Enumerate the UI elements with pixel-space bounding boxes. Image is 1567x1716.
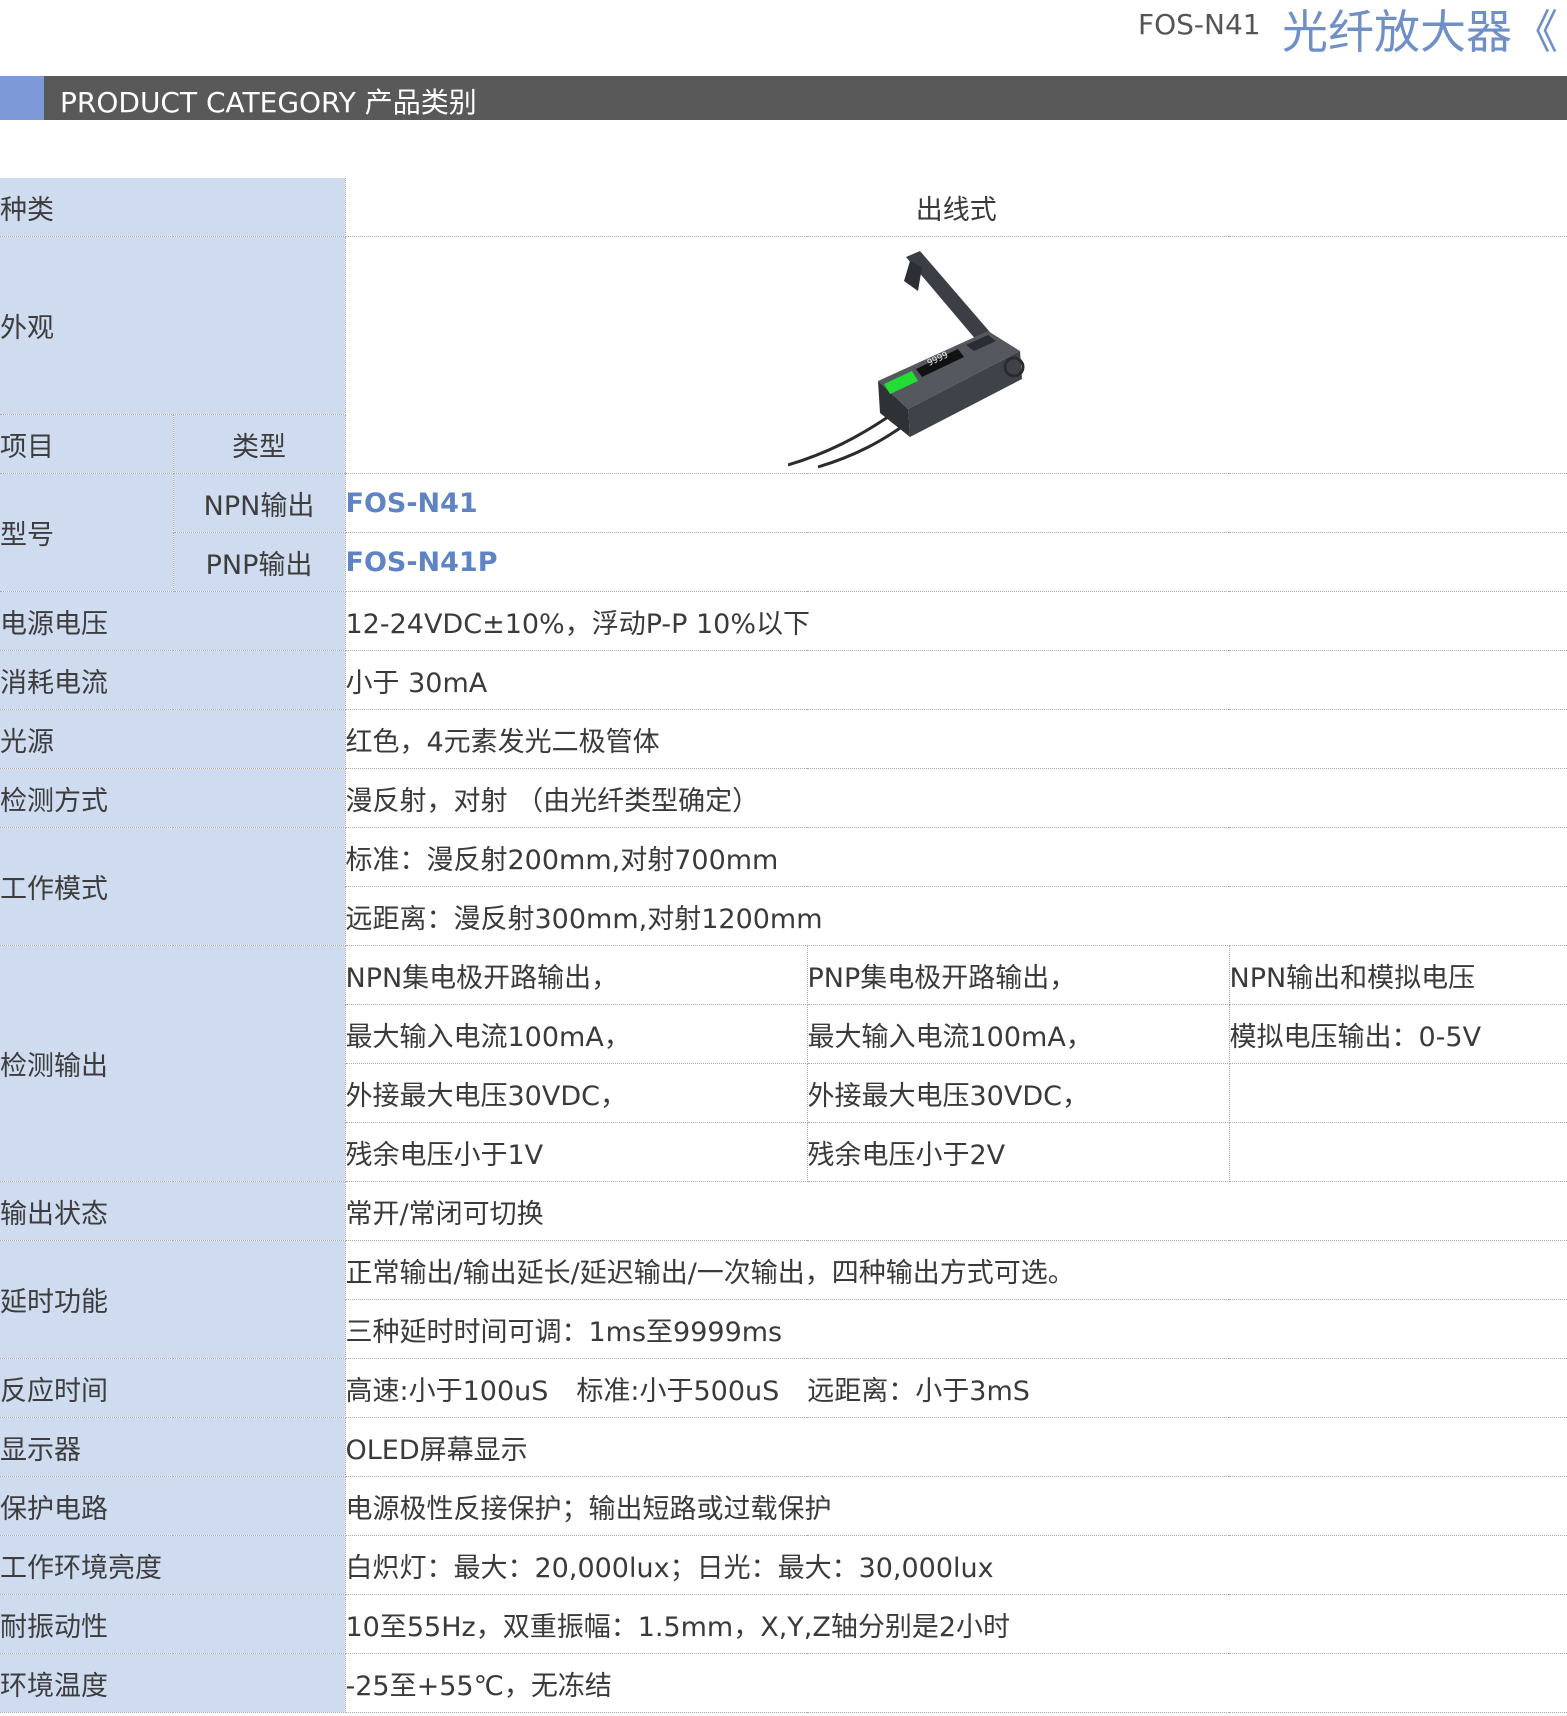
response-long-range: 远距离：小于3mS xyxy=(807,1375,1030,1407)
response-standard: 标准:小于500uS xyxy=(576,1375,780,1407)
supply-voltage-value: 12-24VDC±10%，浮动P-P 10%以下 xyxy=(345,591,1567,651)
table-row: 环境温度 -25至+55℃，无冻结 xyxy=(0,1653,1567,1713)
row-label-model: 型号 xyxy=(0,473,174,592)
npn-model-value: FOS-N41 xyxy=(345,473,1567,533)
row-label-item: 项目 xyxy=(0,414,174,474)
detect-output-npn: 外接最大电压30VDC， xyxy=(345,1063,808,1123)
table-row: 光源 红色，4元素发光二极管体 xyxy=(0,709,1567,769)
protection-value: 电源极性反接保护；输出短路或过载保护 xyxy=(345,1476,1567,1536)
header-model-number: FOS-N41 xyxy=(1138,8,1261,41)
detect-output-analog-empty xyxy=(1229,1122,1567,1182)
vibration-value: 10至55Hz，双重振幅：1.5mm，X,Y,Z轴分别是2小时 xyxy=(345,1594,1567,1654)
detect-output-pnp: PNP集电极开路输出， xyxy=(807,945,1230,1005)
product-category-bar: PRODUCT CATEGORY 产品类别 xyxy=(0,76,1567,120)
detect-output-pnp: 最大输入电流100mA， xyxy=(807,1004,1230,1064)
detect-output-npn: 残余电压小于1V xyxy=(345,1122,808,1182)
product-image-cell: 9999 xyxy=(345,236,1567,474)
table-row: 工作模式 标准：漫反射200mm,对射700mm xyxy=(0,827,1567,946)
pnp-output-label: PNP输出 xyxy=(172,532,346,592)
table-row: 耐振动性 10至55Hz，双重振幅：1.5mm，X,Y,Z轴分别是2小时 xyxy=(0,1594,1567,1654)
row-label-appearance: 外观 xyxy=(0,236,346,415)
table-row: 工作环境亮度 白炽灯：最大：20,000lux；日光：最大：30,000lux xyxy=(0,1535,1567,1595)
response-high-speed: 高速:小于100uS xyxy=(345,1375,549,1407)
detect-output-npn: 最大输入电流100mA， xyxy=(345,1004,808,1064)
product-image: 9999 xyxy=(787,251,1024,469)
current-value: 小于 30mA xyxy=(345,650,1567,710)
row-label-display: 显示器 xyxy=(0,1417,346,1477)
detect-output-npn: NPN集电极开路输出， xyxy=(345,945,808,1005)
type-value: 出线式 xyxy=(345,178,1567,237)
detect-output-analog: NPN输出和模拟电压 xyxy=(1229,945,1567,1005)
detect-method-value: 漫反射，对射 （由光纤类型确定） xyxy=(345,768,1567,828)
table-row: 检测方式 漫反射，对射 （由光纤类型确定） xyxy=(0,768,1567,828)
row-label-kind: 类型 xyxy=(172,414,346,474)
light-source-value: 红色，4元素发光二极管体 xyxy=(345,709,1567,769)
response-values: 高速:小于100uS 标准:小于500uS 远距离：小于3mS xyxy=(345,1358,1567,1418)
table-row: 检测输出 NPN集电极开路输出， PNP集电极开路输出， NPN输出和模拟电压 xyxy=(0,945,1567,1182)
table-row: 延时功能 正常输出/输出延长/延迟输出/一次输出，四种输出方式可选。 xyxy=(0,1240,1567,1359)
table-row: 型号 NPN输出 FOS-N41 xyxy=(0,473,1567,592)
category-title: PRODUCT CATEGORY 产品类别 xyxy=(60,86,477,119)
output-state-value: 常开/常闭可切换 xyxy=(345,1181,1567,1241)
spec-table: 种类 出线式 外观 9999 项目 类型 型号 NPN输出 FOS-N41 PN… xyxy=(0,178,1567,1713)
ambient-light-value: 白炽灯：最大：20,000lux；日光：最大：30,000lux xyxy=(345,1535,1567,1595)
table-row: PNP输出 FOS-N41P xyxy=(0,532,1567,592)
detect-output-pnp: 外接最大电压30VDC， xyxy=(807,1063,1230,1123)
table-row: 种类 出线式 xyxy=(0,178,1567,237)
table-row: 外观 9999 xyxy=(0,236,1567,474)
table-row: 保护电路 电源极性反接保护；输出短路或过载保护 xyxy=(0,1476,1567,1536)
delay-value: 正常输出/输出延长/延迟输出/一次输出，四种输出方式可选。 xyxy=(345,1240,1567,1300)
category-accent-block xyxy=(0,76,44,120)
pnp-model-value: FOS-N41P xyxy=(345,532,1567,592)
row-label-vibration: 耐振动性 xyxy=(0,1594,346,1654)
row-label-work-mode: 工作模式 xyxy=(0,827,346,946)
header-product-title: 光纤放大器《 xyxy=(1282,5,1558,59)
table-row: 电源电压 12-24VDC±10%，浮动P-P 10%以下 xyxy=(0,591,1567,651)
row-label-detect-method: 检测方式 xyxy=(0,768,346,828)
row-label-light-source: 光源 xyxy=(0,709,346,769)
table-row: 显示器 OLED屏幕显示 xyxy=(0,1417,1567,1477)
row-label-delay: 延时功能 xyxy=(0,1240,346,1359)
row-label-protection: 保护电路 xyxy=(0,1476,346,1536)
npn-output-label: NPN输出 xyxy=(172,473,346,533)
display-value: OLED屏幕显示 xyxy=(345,1417,1567,1477)
row-label-current: 消耗电流 xyxy=(0,650,346,710)
work-mode-value: 远距离：漫反射300mm,对射1200mm xyxy=(345,886,1567,946)
table-row: 反应时间 高速:小于100uS 标准:小于500uS 远距离：小于3mS xyxy=(0,1358,1567,1418)
row-label-detect-output: 检测输出 xyxy=(0,945,346,1182)
row-label-output-state: 输出状态 xyxy=(0,1181,346,1241)
table-row: 输出状态 常开/常闭可切换 xyxy=(0,1181,1567,1241)
detect-output-analog-empty xyxy=(1229,1063,1567,1123)
table-row: 消耗电流 小于 30mA xyxy=(0,650,1567,710)
row-label-supply-voltage: 电源电压 xyxy=(0,591,346,651)
delay-value: 三种延时时间可调：1ms至9999ms xyxy=(345,1299,1567,1359)
row-label-response: 反应时间 xyxy=(0,1358,346,1418)
detect-output-analog: 模拟电压输出：0-5V xyxy=(1229,1004,1567,1064)
row-label-type: 种类 xyxy=(0,178,346,237)
work-mode-value: 标准：漫反射200mm,对射700mm xyxy=(345,827,1567,887)
row-label-temperature: 环境温度 xyxy=(0,1653,346,1713)
temperature-value: -25至+55℃，无冻结 xyxy=(345,1653,1567,1713)
row-label-ambient-light: 工作环境亮度 xyxy=(0,1535,346,1595)
detect-output-pnp: 残余电压小于2V xyxy=(807,1122,1230,1182)
